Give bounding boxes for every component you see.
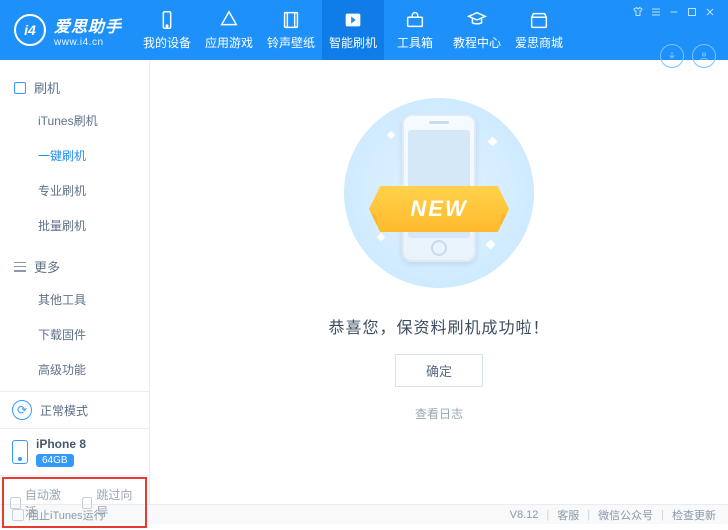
checkbox-block-itunes[interactable]: 阻止iTunes运行 — [12, 507, 105, 523]
maximize-icon[interactable] — [686, 6, 698, 18]
app-header: i4 爱思助手 www.i4.cn 我的设备 应用游戏 铃声壁纸 智能刷机 工具… — [0, 0, 728, 60]
nav-label: 爱思商城 — [515, 34, 563, 51]
flash-icon — [14, 82, 26, 94]
close-icon[interactable] — [704, 6, 716, 18]
nav-tutorial-center[interactable]: 教程中心 — [446, 0, 508, 60]
minimize-icon[interactable] — [668, 6, 680, 18]
logo-title: 爱思助手 — [54, 13, 122, 37]
sidebar-item-download-firmware[interactable]: 下载固件 — [0, 317, 149, 352]
footer-link-wechat[interactable]: 微信公众号 — [598, 507, 653, 523]
nav-toolbox[interactable]: 工具箱 — [384, 0, 446, 60]
device-panel[interactable]: iPhone 8 64GB — [0, 428, 149, 475]
view-log-link[interactable]: 查看日志 — [415, 405, 463, 422]
storage-badge: 64GB — [36, 454, 74, 467]
footer-link-check-update[interactable]: 检查更新 — [672, 507, 716, 523]
nav-app-games[interactable]: 应用游戏 — [198, 0, 260, 60]
sidebar: 刷机 iTunes刷机 一键刷机 专业刷机 批量刷机 更多 其他工具 下载固件 … — [0, 60, 150, 504]
logo-mark: i4 — [14, 14, 46, 46]
sidebar-item-itunes-flash[interactable]: iTunes刷机 — [0, 103, 149, 138]
app-logo: i4 爱思助手 www.i4.cn — [0, 13, 136, 48]
sidebar-head-label: 刷机 — [34, 78, 60, 97]
footer-link-support[interactable]: 客服 — [557, 507, 579, 523]
top-nav: 我的设备 应用游戏 铃声壁纸 智能刷机 工具箱 教程中心 爱思商城 — [136, 0, 570, 60]
sidebar-head-label: 更多 — [34, 257, 60, 276]
sidebar-item-other-tools[interactable]: 其他工具 — [0, 282, 149, 317]
nav-label: 智能刷机 — [329, 34, 377, 51]
phone-icon — [12, 440, 28, 464]
nav-label: 铃声壁纸 — [267, 34, 315, 51]
nav-aisi-mall[interactable]: 爱思商城 — [508, 0, 570, 60]
logo-url: www.i4.cn — [54, 37, 122, 48]
success-illustration: NEW — [344, 98, 534, 288]
sidebar-head-flash: 刷机 — [0, 72, 149, 103]
success-message: 恭喜您，保资料刷机成功啦！ — [328, 314, 549, 338]
titlebar-controls — [632, 0, 728, 60]
ok-button[interactable]: 确定 — [395, 354, 483, 387]
nav-smart-flash[interactable]: 智能刷机 — [322, 0, 384, 60]
mode-panel[interactable]: ⟳ 正常模式 — [0, 391, 149, 428]
nav-my-device[interactable]: 我的设备 — [136, 0, 198, 60]
main-content: NEW 恭喜您，保资料刷机成功啦！ 确定 查看日志 — [150, 60, 728, 504]
sidebar-item-batch-flash[interactable]: 批量刷机 — [0, 208, 149, 243]
nav-label: 工具箱 — [397, 34, 433, 51]
device-name: iPhone 8 — [36, 437, 86, 451]
nav-label: 应用游戏 — [205, 34, 253, 51]
mode-label: 正常模式 — [40, 402, 88, 419]
new-ribbon: NEW — [369, 186, 509, 232]
shirt-icon[interactable] — [632, 6, 644, 18]
nav-label: 我的设备 — [143, 34, 191, 51]
menu-icon[interactable] — [650, 6, 662, 18]
sidebar-item-pro-flash[interactable]: 专业刷机 — [0, 173, 149, 208]
checkbox-icon — [12, 509, 24, 521]
checkbox-label: 阻止iTunes运行 — [28, 507, 105, 523]
version-text: V8.12 — [510, 509, 539, 521]
sidebar-item-one-click-flash[interactable]: 一键刷机 — [0, 138, 149, 173]
sidebar-head-more: 更多 — [0, 251, 149, 282]
refresh-icon: ⟳ — [12, 400, 32, 420]
list-icon — [14, 262, 26, 272]
sidebar-item-advanced[interactable]: 高级功能 — [0, 352, 149, 387]
nav-label: 教程中心 — [453, 34, 501, 51]
nav-ringtone-wallpaper[interactable]: 铃声壁纸 — [260, 0, 322, 60]
